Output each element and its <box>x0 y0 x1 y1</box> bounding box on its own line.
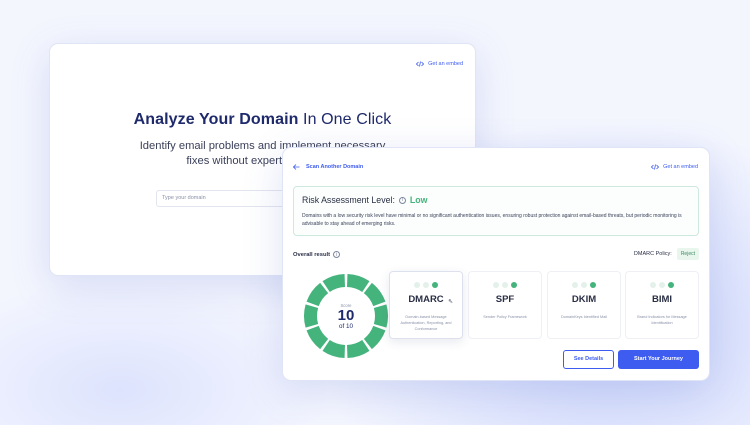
protocol-name: BIMI <box>651 294 673 305</box>
protocol-card-bimi[interactable]: BIMI Brand Indicators for Message Identi… <box>625 271 699 339</box>
start-journey-button[interactable]: Start Your Journey <box>618 350 699 369</box>
score-value: 10 <box>337 306 355 324</box>
protocol-card-dmarc[interactable]: DMARC Domain-based Message Authenticatio… <box>389 271 463 339</box>
code-icon <box>651 164 660 170</box>
scan-another-domain-link[interactable]: Scan Another Domain <box>293 164 363 170</box>
info-icon[interactable]: i <box>333 251 341 258</box>
risk-assessment-panel: Risk Assessment Level: i Low Domains wit… <box>293 186 699 236</box>
dmarc-policy-badge: Reject <box>676 248 699 260</box>
see-details-button[interactable]: See Details <box>563 350 614 369</box>
protocol-name: DKIM <box>571 294 597 305</box>
risk-title-row: Risk Assessment Level: i Low <box>302 195 690 205</box>
score-max: of 10 <box>338 322 353 330</box>
status-dots <box>390 282 462 288</box>
results-card: Scan Another Domain Get an embed Risk As… <box>282 147 710 381</box>
protocol-card-spf[interactable]: SPF Sender Policy Framework <box>468 271 542 339</box>
status-dots <box>469 282 541 288</box>
scan-another-domain-label: Scan Another Domain <box>306 164 364 170</box>
headline-rest: In One Click <box>298 111 392 128</box>
headline-bold: Analyze Your Domain <box>133 111 299 128</box>
get-embed-link[interactable]: Get an embed <box>651 164 698 170</box>
protocol-description: DomainKeys Identified Mail <box>560 315 607 319</box>
risk-level: Low <box>409 195 428 205</box>
arrow-left-icon <box>293 164 300 170</box>
risk-description: Domains with a low security risk level h… <box>302 213 682 227</box>
page-headline: Analyze Your Domain In One Click <box>50 111 475 129</box>
score-display: Score 10 of 10 <box>303 273 389 359</box>
get-embed-label: Get an embed <box>663 164 698 170</box>
pointer-cursor-icon: ⇖ <box>448 299 454 305</box>
get-embed-link[interactable]: Get an embed <box>416 61 463 67</box>
risk-title: Risk Assessment Level: <box>302 195 395 205</box>
get-embed-label: Get an embed <box>428 61 463 67</box>
status-dots <box>626 282 698 288</box>
protocol-name: SPF <box>495 294 515 305</box>
info-icon[interactable]: i <box>398 196 406 204</box>
protocol-card-dkim[interactable]: DKIM DomainKeys Identified Mail <box>547 271 621 339</box>
dmarc-policy-label: DMARC Policy: <box>633 251 672 257</box>
protocol-description: Brand Indicators for Message Identificat… <box>637 315 687 325</box>
protocol-description: Sender Policy Framework <box>483 315 527 319</box>
dmarc-policy: DMARC Policy: Reject <box>634 248 699 260</box>
status-dots <box>548 282 620 288</box>
protocol-description: Domain-based Message Authentication, Rep… <box>400 315 452 331</box>
code-icon <box>416 61 425 67</box>
overall-result-text: Overall result <box>293 251 331 258</box>
overall-result-label: Overall result i <box>293 251 341 258</box>
